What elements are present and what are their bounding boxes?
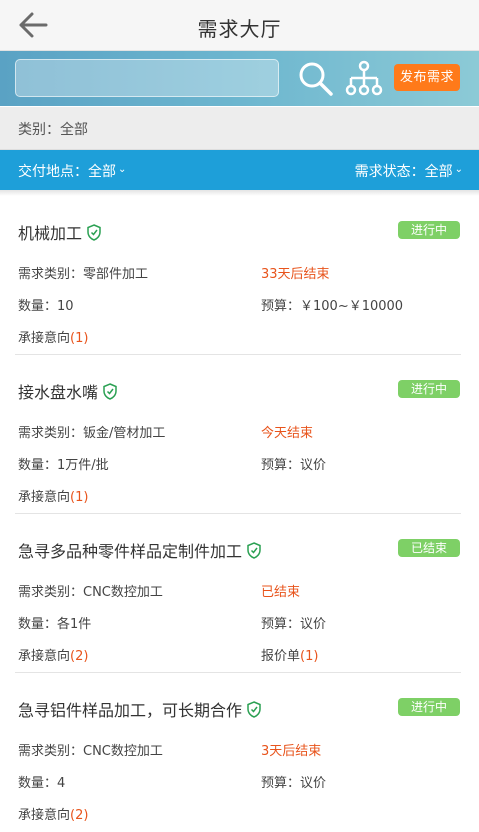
intent-count: (2) [70, 808, 89, 823]
quantity-text: 数量：1万件/批 [18, 458, 109, 473]
location-filter-label: 交付地点：全部 [18, 164, 116, 180]
deadline-text: 3天后结束 [261, 744, 322, 759]
intent-link[interactable]: 承接意向(1) [18, 486, 88, 505]
location-filter[interactable]: 交付地点：全部 ⌄ [18, 161, 126, 181]
demand-card[interactable]: 急寻铝件样品加工，可长期合作 进行中 需求类别：CNC数控加工 3天后结束 数量… [0, 673, 479, 832]
quote-link[interactable]: 报价单(1) [261, 645, 318, 664]
quote-count: (1) [300, 649, 319, 664]
filter-bar: 交付地点：全部 ⌄ 需求状态：全部 ⌄ [0, 150, 479, 190]
status-filter-label: 需求状态：全部 [354, 164, 453, 180]
status-badge: 进行中 [398, 221, 460, 239]
status-badge: 进行中 [398, 698, 460, 716]
category-label: 类别：全部 [18, 122, 88, 138]
quantity-text: 数量：各1件 [18, 617, 92, 632]
top-bar: 需求大厅 [0, 0, 479, 51]
chevron-down-icon: ⌄ [454, 164, 463, 175]
quantity-text: 数量：4 [18, 776, 66, 791]
status-filter[interactable]: 需求状态：全部 ⌄ [355, 161, 463, 181]
page-title: 需求大厅 [197, 17, 282, 41]
verified-shield-icon [103, 383, 117, 400]
intent-count: (1) [70, 331, 89, 346]
demand-title: 急寻多品种零件样品定制件加工 [18, 538, 261, 562]
status-badge: 进行中 [398, 380, 460, 398]
demand-category: 需求类别：CNC数控加工 [18, 744, 163, 759]
deadline-text: 今天结束 [261, 426, 314, 441]
search-input[interactable] [15, 59, 279, 97]
demand-category: 需求类别：CNC数控加工 [18, 585, 163, 600]
intent-link[interactable]: 承接意向(2) [18, 804, 88, 823]
intent-count: (1) [70, 490, 89, 505]
category-filter[interactable]: 类别：全部 [0, 107, 479, 150]
category-tree-icon[interactable] [345, 59, 383, 99]
deadline-text: 33天后结束 [261, 267, 330, 282]
search-icon[interactable] [297, 59, 335, 99]
demand-title: 急寻铝件样品加工，可长期合作 [18, 697, 261, 721]
quantity-text: 数量：10 [18, 299, 74, 314]
budget-text: 预算：议价 [261, 617, 327, 632]
budget-text: 预算：议价 [261, 776, 327, 791]
budget-text: 预算：￥100~￥10000 [261, 299, 404, 314]
deadline-text: 已结束 [261, 585, 301, 600]
verified-shield-icon [87, 224, 101, 241]
intent-link[interactable]: 承接意向(2) [18, 645, 88, 664]
demand-title: 接水盘水嘴 [18, 379, 117, 403]
demand-category: 需求类别：零部件加工 [18, 267, 149, 282]
verified-shield-icon [247, 542, 261, 559]
verified-shield-icon [247, 701, 261, 718]
demand-title: 机械加工 [18, 220, 101, 244]
demand-card[interactable]: 急寻多品种零件样品定制件加工 已结束 需求类别：CNC数控加工 已结束 数量：各… [0, 514, 479, 673]
demand-card[interactable]: 接水盘水嘴 进行中 需求类别：钣金/管材加工 今天结束 数量：1万件/批 预算：… [0, 355, 479, 514]
budget-text: 预算：议价 [261, 458, 327, 473]
status-badge: 已结束 [398, 539, 460, 557]
chevron-down-icon: ⌄ [118, 164, 127, 175]
intent-count: (2) [70, 649, 89, 664]
intent-link[interactable]: 承接意向(1) [18, 327, 88, 346]
publish-demand-button[interactable]: 发布需求 [394, 64, 460, 91]
demand-category: 需求类别：钣金/管材加工 [18, 426, 166, 441]
demand-card[interactable]: 机械加工 进行中 需求类别：零部件加工 33天后结束 数量：10 预算：￥100… [0, 196, 479, 355]
